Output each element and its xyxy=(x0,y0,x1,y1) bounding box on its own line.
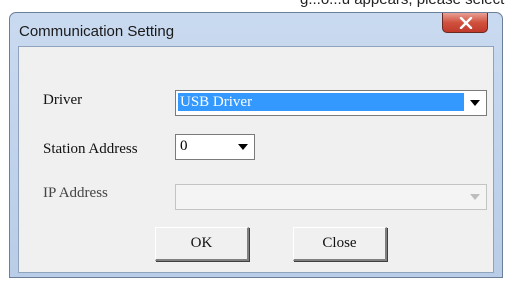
driver-dropdown-button[interactable] xyxy=(465,92,485,114)
station-address-select[interactable]: 0 xyxy=(175,134,255,160)
ip-address-value xyxy=(178,187,182,205)
window-close-button[interactable] xyxy=(442,13,488,33)
chevron-down-icon xyxy=(470,194,480,200)
chevron-down-icon xyxy=(470,100,480,106)
dialog-title: Communication Setting xyxy=(19,23,175,40)
ip-address-label: IP Address xyxy=(43,185,108,201)
background-caption-text: g...o...u appears, please select USB_Dri… xyxy=(300,0,505,8)
close-icon xyxy=(459,17,473,29)
driver-select-value: USB Driver xyxy=(178,93,464,111)
close-button[interactable]: Close xyxy=(293,227,387,261)
chevron-down-icon xyxy=(238,144,248,150)
ip-address-select[interactable] xyxy=(175,184,487,210)
station-address-dropdown-button[interactable] xyxy=(233,136,253,158)
ip-address-dropdown-button[interactable] xyxy=(465,186,485,208)
communication-setting-dialog: Communication Setting Driver USB Driver … xyxy=(9,12,503,278)
station-address-value: 0 xyxy=(180,138,188,154)
driver-label: Driver xyxy=(43,92,83,108)
ok-button[interactable]: OK xyxy=(155,227,249,261)
driver-select[interactable]: USB Driver xyxy=(175,90,487,116)
dialog-body: Driver USB Driver Station Address 0 IP A… xyxy=(18,46,494,273)
background-caption: g...o...u appears, please select USB_Dri… xyxy=(0,0,505,12)
station-address-label: Station Address xyxy=(43,141,138,157)
